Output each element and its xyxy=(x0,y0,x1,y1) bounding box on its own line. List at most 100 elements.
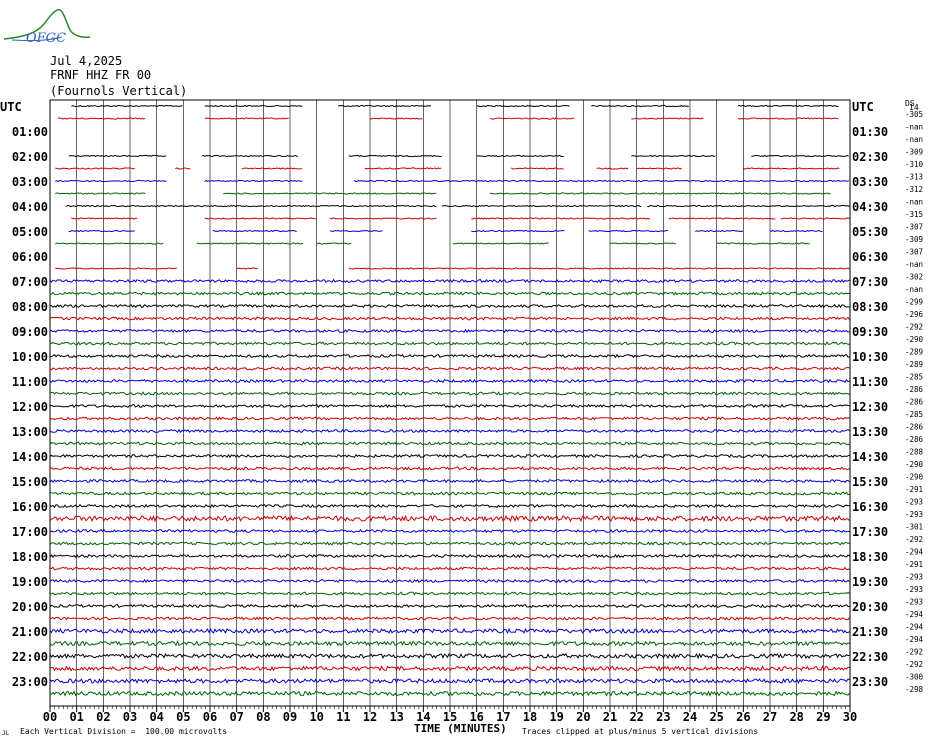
trace-row-1 xyxy=(369,117,423,120)
left-hour-label: 10:00 xyxy=(12,350,48,364)
ds-value: -292 xyxy=(905,323,923,332)
trace-row-9 xyxy=(329,217,437,220)
trace-row-1 xyxy=(57,117,146,120)
ds-value: -300 xyxy=(905,673,924,682)
trace-row-4 xyxy=(631,154,716,158)
ds-value: -293 xyxy=(905,498,923,507)
ds-value: -nan xyxy=(905,198,923,207)
right-hour-label: UTC xyxy=(852,100,874,114)
trace-row-11 xyxy=(55,242,164,245)
left-hour-label: 02:00 xyxy=(12,150,48,164)
right-hour-label: 17:30 xyxy=(852,525,888,539)
left-hour-label: 09:00 xyxy=(12,325,48,339)
right-hour-label: 13:30 xyxy=(852,425,888,439)
ds-value: -296 xyxy=(905,310,924,319)
ds-value: -292 xyxy=(905,660,923,669)
trace-row-9 xyxy=(471,217,651,220)
trace-row-10 xyxy=(68,229,135,233)
footer-scale-note: Each Vertical Division = 100.00 microvol… xyxy=(20,727,228,736)
right-hour-label: 03:30 xyxy=(852,175,888,189)
left-hour-label: 06:00 xyxy=(12,250,48,264)
ds-value: -294 xyxy=(905,610,924,619)
trace-row-1 xyxy=(204,117,289,120)
right-hour-label: 04:30 xyxy=(852,200,888,214)
trace-row-6 xyxy=(55,179,167,183)
trace-row-13 xyxy=(236,267,258,270)
right-hour-label: 14:30 xyxy=(852,450,888,464)
x-tick-label: 21 xyxy=(603,710,617,724)
trace-row-4 xyxy=(201,154,299,158)
footer-clip-note: Traces clipped at plus/minus 5 vertical … xyxy=(522,727,759,736)
trace-row-11 xyxy=(716,242,810,245)
trace-row-10 xyxy=(212,229,297,233)
ds-value: -289 xyxy=(905,360,923,369)
left-hour-label: 08:00 xyxy=(12,300,48,314)
x-tick-label: 01 xyxy=(69,710,83,724)
left-hour-label: 16:00 xyxy=(12,500,48,514)
ds-value: -nan xyxy=(905,260,923,269)
x-tick-label: 26 xyxy=(736,710,750,724)
trace-row-0 xyxy=(71,104,183,108)
ds-value: -293 xyxy=(905,585,923,594)
trace-row-4 xyxy=(348,154,442,158)
trace-row-8 xyxy=(441,204,642,208)
x-tick-label: 02 xyxy=(96,710,110,724)
left-hour-label: 21:00 xyxy=(12,625,48,639)
ds-value: -291 xyxy=(905,485,923,494)
trace-row-13 xyxy=(55,267,177,270)
ds-value: -294 xyxy=(905,623,924,632)
trace-row-6 xyxy=(204,179,303,183)
trace-row-11 xyxy=(316,242,352,245)
trace-row-13 xyxy=(348,267,850,270)
x-tick-label: 30 xyxy=(843,710,857,724)
left-hour-label: UTC xyxy=(0,100,22,114)
x-tick-label: 09 xyxy=(283,710,297,724)
ds-value: -286 xyxy=(905,398,924,407)
ds-value: -309 xyxy=(905,235,923,244)
trace-row-10 xyxy=(329,229,383,233)
trace-row-10 xyxy=(695,229,744,233)
trace-row-5 xyxy=(596,167,629,170)
ds-value: -294 xyxy=(905,548,924,557)
ds-value: -292 xyxy=(905,535,923,544)
trace-row-11 xyxy=(452,242,549,245)
trace-row-9 xyxy=(71,217,138,220)
trace-row-0 xyxy=(591,104,689,108)
trace-row-1 xyxy=(489,117,575,120)
right-hour-label: 08:30 xyxy=(852,300,888,314)
trace-row-6 xyxy=(353,179,850,183)
right-hour-label: 01:30 xyxy=(852,125,888,139)
ds-value: -302 xyxy=(905,273,923,282)
trace-row-10 xyxy=(769,229,823,233)
x-tick-label: 03 xyxy=(123,710,137,724)
left-hour-label: 17:00 xyxy=(12,525,48,539)
ds-value: -288 xyxy=(905,448,924,457)
trace-row-11 xyxy=(196,242,304,245)
trace-row-5 xyxy=(743,167,840,170)
trace-row-5 xyxy=(175,167,191,170)
left-hour-label: 01:00 xyxy=(12,125,48,139)
ds-value: -nan xyxy=(905,123,923,132)
left-hour-label: 05:00 xyxy=(12,225,48,239)
left-hour-label: 12:00 xyxy=(12,400,48,414)
x-tick-label: 27 xyxy=(763,710,777,724)
ds-value: -293 xyxy=(905,598,923,607)
right-hour-label: 15:30 xyxy=(852,475,888,489)
left-hour-label: 07:00 xyxy=(12,275,48,289)
x-tick-label: 23 xyxy=(656,710,670,724)
ds-value: -307 xyxy=(905,223,923,232)
trace-row-9 xyxy=(780,217,850,220)
ds-value: -286 xyxy=(905,385,924,394)
trace-row-0 xyxy=(337,104,431,108)
left-hour-label: 15:00 xyxy=(12,475,48,489)
trace-row-0 xyxy=(204,104,303,108)
right-hour-label: 18:30 xyxy=(852,550,888,564)
x-tick-label: 22 xyxy=(629,710,643,724)
trace-row-5 xyxy=(511,167,564,170)
x-tick-label: 08 xyxy=(256,710,270,724)
trace-row-4 xyxy=(751,154,849,158)
ds-value: -290 xyxy=(905,335,924,344)
ds-value: -286 xyxy=(905,423,924,432)
x-tick-label: 13 xyxy=(389,710,403,724)
left-hour-label: 18:00 xyxy=(12,550,48,564)
